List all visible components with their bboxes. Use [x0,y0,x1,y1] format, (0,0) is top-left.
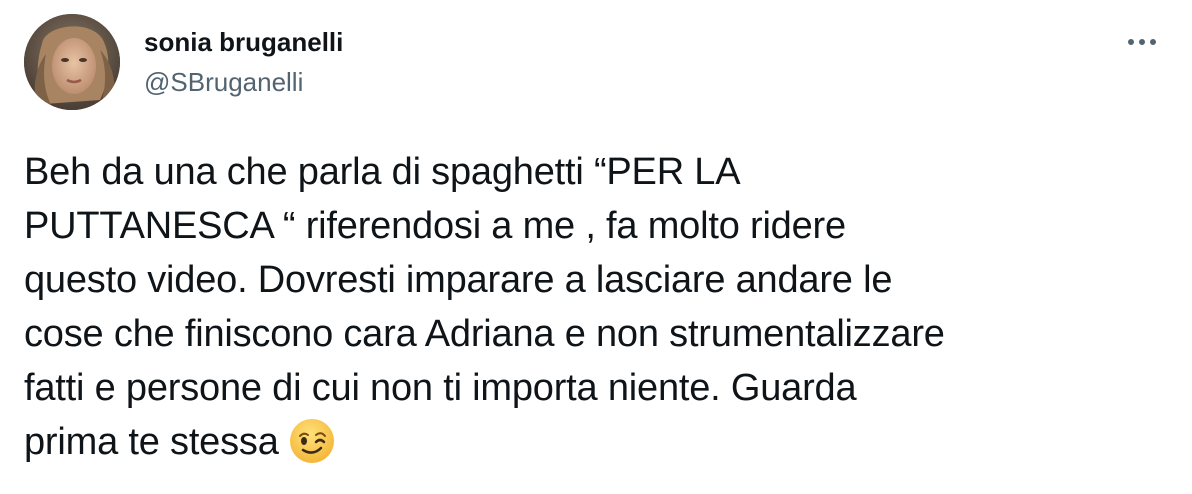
tweet-line: PUTTANESCA “ riferendosi a me , fa molto… [24,205,846,247]
more-horizontal-icon [1128,39,1156,45]
user-handle[interactable]: @SBruganelli [144,66,303,98]
tweet-line: fatti e persone di cui non ti importa ni… [24,367,857,409]
winking-face-emoji-icon [289,418,335,479]
display-name[interactable]: sonia bruganelli [144,26,343,58]
tweet-line: prima te stessa [24,421,279,463]
tweet-line: Beh da una che parla di spaghetti “PER L… [24,151,741,193]
tweet-line: cose che finiscono cara Adriana e non st… [24,313,945,355]
avatar[interactable] [24,14,120,110]
tweet-card: sonia bruganelli @SBruganelli Beh da una… [0,0,1192,494]
tweet-text: Beh da una che parla di spaghetti “PER L… [24,145,1174,469]
more-options-button[interactable] [1122,28,1162,56]
tweet-last-line: prima te stessa [24,415,1174,469]
profile-photo [24,14,120,110]
tweet-line: questo video. Dovresti imparare a lascia… [24,259,893,301]
